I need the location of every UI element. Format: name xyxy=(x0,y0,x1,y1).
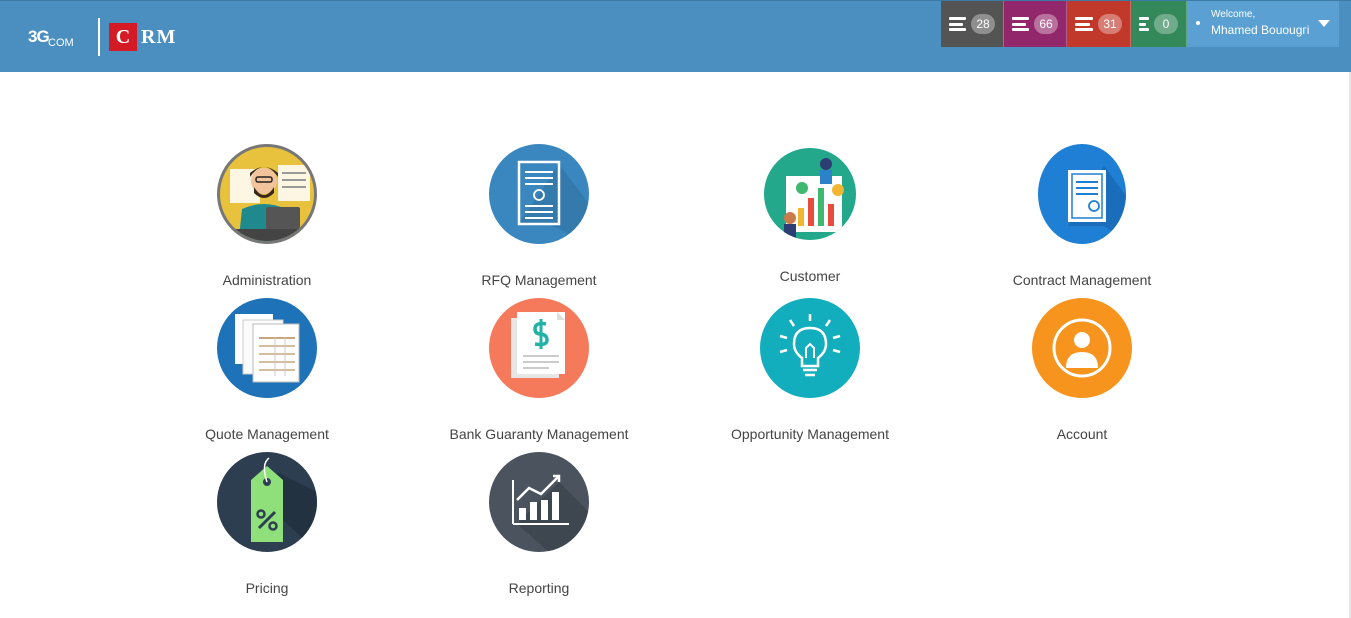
customer-analytics-icon xyxy=(764,148,856,240)
module-label: Account xyxy=(1056,426,1108,442)
module-label: Reporting xyxy=(508,580,570,596)
module-account[interactable]: Account xyxy=(972,298,1192,442)
crm-logo-rm: RM xyxy=(141,25,177,48)
module-label: Opportunity Management xyxy=(731,426,889,442)
user-status-dot xyxy=(1196,21,1200,25)
counter-badge: 28 xyxy=(971,14,995,34)
module-label: Contract Management xyxy=(1012,272,1152,288)
brand-logo[interactable]: 3G COM C RM xyxy=(28,17,176,57)
bar-chart-icon xyxy=(489,452,589,552)
module-label: Pricing xyxy=(245,580,289,596)
module-customer[interactable]: Customer xyxy=(700,144,920,284)
server-stack-icon xyxy=(949,17,966,31)
module-label: RFQ Management xyxy=(481,272,597,288)
module-label: Customer xyxy=(779,268,841,284)
price-tag-icon xyxy=(217,452,317,552)
welcome-text: Welcome, xyxy=(1211,9,1256,20)
server-stack-icon xyxy=(1139,17,1149,31)
top-navbar: 3G COM C RM 28 66 31 0 Welcome, Mhamed B… xyxy=(0,0,1351,72)
counter-badge: 31 xyxy=(1098,14,1122,34)
module-reporting[interactable]: Reporting xyxy=(429,452,649,596)
crm-logo-c: C xyxy=(109,23,137,51)
brand-divider xyxy=(98,18,100,56)
module-administration[interactable]: Administration xyxy=(157,144,377,288)
quote-sheets-icon xyxy=(217,298,317,398)
counter-button-4[interactable]: 0 xyxy=(1131,1,1187,47)
user-menu[interactable]: Welcome, Mhamed Bouougгi xyxy=(1187,1,1339,47)
user-account-icon xyxy=(1032,298,1132,398)
counter-badge: 0 xyxy=(1154,14,1178,34)
module-rfq-management[interactable]: RFQ Management xyxy=(429,144,649,288)
counter-button-2[interactable]: 66 xyxy=(1004,1,1067,47)
certificate-contract-icon xyxy=(1038,144,1126,244)
counter-button-3[interactable]: 31 xyxy=(1067,1,1131,47)
chevron-down-icon[interactable] xyxy=(1318,20,1330,27)
counter-button-1[interactable]: 28 xyxy=(941,1,1004,47)
module-bank-guaranty-management[interactable]: Bank Guaranty Management xyxy=(429,298,649,442)
module-pricing[interactable]: Pricing xyxy=(157,452,377,596)
crm-logo: C RM xyxy=(109,23,176,51)
server-stack-icon xyxy=(1012,17,1029,31)
module-quote-management[interactable]: Quote Management xyxy=(157,298,377,442)
module-opportunity-management[interactable]: Opportunity Management xyxy=(700,298,920,442)
company-logo-sub: COM xyxy=(48,37,74,49)
server-stack-icon xyxy=(1075,17,1093,31)
module-label: Administration xyxy=(222,272,312,288)
money-document-icon xyxy=(489,298,589,398)
lightbulb-icon xyxy=(760,298,860,398)
counter-badge: 66 xyxy=(1034,14,1058,34)
administrator-icon xyxy=(217,144,317,244)
module-contract-management[interactable]: Contract Management xyxy=(972,144,1192,288)
company-logo: 3G COM xyxy=(28,27,84,49)
notification-counters: 28 66 31 0 Welcome, Mhamed Bouougгi xyxy=(941,1,1339,47)
module-label: Bank Guaranty Management xyxy=(449,426,629,442)
module-label: Quote Management xyxy=(205,426,329,442)
invoice-document-icon xyxy=(489,144,589,244)
company-logo-text: 3G xyxy=(28,27,50,46)
